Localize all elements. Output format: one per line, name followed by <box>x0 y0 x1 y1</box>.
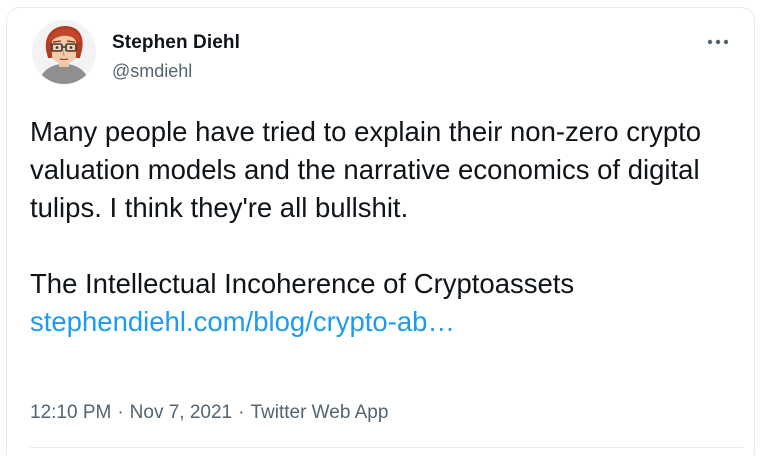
tweet-time[interactable]: 12:10 PM <box>30 402 111 423</box>
cartoon-avatar-icon <box>32 20 96 84</box>
author-display-name[interactable]: Stephen Diehl <box>112 32 240 54</box>
avatar[interactable] <box>32 20 96 84</box>
meta-separator: · <box>238 402 245 423</box>
author-handle[interactable]: @smdiehl <box>112 61 192 82</box>
tweet-source[interactable]: Twitter Web App <box>250 402 388 423</box>
tweet-text: Many people have tried to explain their … <box>30 113 730 341</box>
divider <box>30 447 743 448</box>
meta-separator: · <box>117 402 124 423</box>
tweet-date[interactable]: Nov 7, 2021 <box>130 402 232 423</box>
tweet-link[interactable]: stephendiehl.com/blog/crypto-ab… <box>30 306 455 337</box>
tweet-article-title: The Intellectual Incoherence of Cryptoas… <box>30 268 575 299</box>
tweet-text-paragraph: Many people have tried to explain their … <box>30 116 702 223</box>
tweet-metadata: 12:10 PM · Nov 7, 2021 · Twitter Web App <box>30 402 388 424</box>
more-horizontal-icon <box>707 39 729 45</box>
more-options-button[interactable] <box>700 28 736 56</box>
